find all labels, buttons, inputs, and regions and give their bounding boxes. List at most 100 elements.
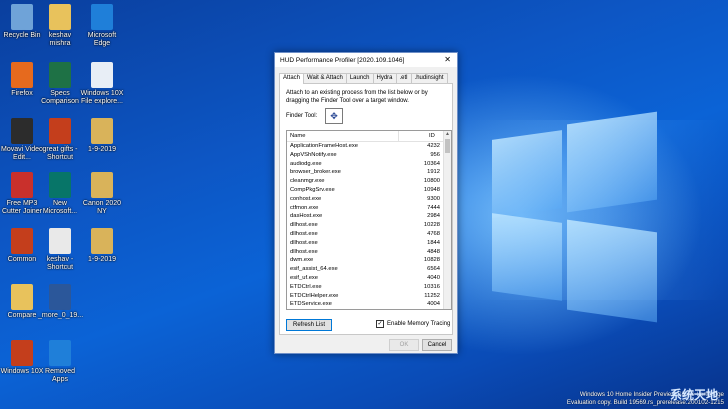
desktop-icon[interactable]: _more_0_19... — [38, 284, 83, 320]
tab-launch[interactable]: Launch — [345, 73, 374, 83]
table-row[interactable]: dwm.exe 10828 — [287, 256, 451, 265]
process-name: conhost.exe — [290, 195, 322, 202]
table-row[interactable]: conhost.exe 9300 — [287, 195, 451, 204]
process-name: dllhost.exe — [290, 248, 318, 255]
windows-logo-pane — [567, 219, 657, 323]
table-row[interactable]: esif_uf.exe 4040 — [287, 274, 451, 283]
folder-zip-icon — [91, 228, 113, 254]
table-row[interactable]: cleanmgr.exe 10800 — [287, 177, 451, 186]
hud-profiler-dialog: HUD Performance Profiler [2020.109.1046]… — [274, 52, 458, 354]
mp3-icon — [11, 172, 33, 198]
desktop-icon[interactable]: Canon 2020 NY — [80, 172, 124, 216]
table-row[interactable]: dasHost.exe 2984 — [287, 212, 451, 221]
desktop-icon[interactable]: Removed Apps — [38, 340, 82, 384]
checkbox-check-icon[interactable]: ✓ — [376, 320, 384, 328]
process-id: 4232 — [427, 143, 440, 149]
table-row[interactable]: ApplicationFrameHost.exe 4232 — [287, 142, 451, 151]
desktop-icon-label: Removed Apps — [45, 368, 75, 383]
powerpoint-icon — [11, 340, 33, 366]
enable-memory-tracing-checkbox[interactable]: ✓ Enable Memory Tracing — [376, 320, 450, 328]
cancel-button[interactable]: Cancel — [422, 339, 452, 351]
table-row[interactable]: audiodg.exe 10364 — [287, 160, 451, 169]
tab-hydra[interactable]: Hydra — [372, 73, 397, 83]
document-icon — [91, 62, 113, 88]
process-id: 6564 — [427, 266, 440, 273]
desktop-icon[interactable]: Windows 10X File explore... — [80, 62, 124, 106]
folder-zip-icon — [91, 118, 113, 144]
desktop-icon[interactable]: keshav mishra — [38, 4, 82, 48]
desktop-icon-label: New Microsoft... — [42, 200, 78, 215]
process-name: cleanmgr.exe — [290, 178, 325, 185]
process-list-header: Name ID — [287, 131, 451, 142]
column-header-id[interactable]: ID — [399, 131, 441, 141]
table-row[interactable]: browser_broker.exe 1912 — [287, 168, 451, 177]
shortcut-icon — [49, 228, 71, 254]
process-id: 10316 — [423, 283, 440, 290]
process-id: 9300 — [427, 195, 440, 202]
dialog-title: HUD Performance Profiler [2020.109.1046] — [280, 56, 405, 64]
close-icon[interactable]: ✕ — [444, 55, 451, 64]
publisher-icon — [49, 172, 71, 198]
desktop-icon[interactable]: New Microsoft... — [38, 172, 82, 216]
process-name: CompPkgSrv.exe — [290, 186, 335, 193]
corner-logo: 系统天地 — [669, 388, 718, 402]
table-row[interactable]: dllhost.exe 4768 — [287, 230, 451, 239]
finder-tool-icon[interactable]: ✥ — [325, 108, 343, 124]
process-id: 4004 — [427, 301, 440, 308]
edge-icon — [49, 340, 71, 366]
process-name: ApplicationFrameHost.exe — [290, 143, 358, 149]
process-name: ETDService.exe — [290, 301, 332, 308]
tab-strip: Attach Wait & Attach Launch Hydra .etl .… — [279, 73, 453, 84]
desktop-icon[interactable]: Microsoft Edge — [80, 4, 124, 48]
desktop-icon[interactable]: 1-9-2019 — [80, 118, 124, 154]
process-id: 4040 — [427, 274, 440, 281]
tab-attach[interactable]: Attach — [279, 73, 305, 84]
tab-wait-attach[interactable]: Wait & Attach — [303, 73, 347, 83]
desktop-icon-label: Canon 2020 NY — [82, 200, 122, 215]
desktop-icon[interactable]: 1-9-2019 — [80, 228, 124, 264]
process-name: AppVShNotify.exe — [290, 151, 337, 158]
windows-logo-pane — [492, 130, 562, 218]
process-name: ctfmon.exe — [290, 204, 319, 211]
process-id: 1912 — [427, 169, 440, 176]
desktop-icon-label: keshav mishra — [48, 32, 72, 47]
windows-logo-pane — [567, 111, 657, 213]
process-id: 4768 — [427, 230, 440, 237]
desktop-icon[interactable]: Specs Comparison — [38, 62, 82, 106]
scroll-up-icon[interactable]: ▲ — [444, 131, 451, 138]
movavi-icon — [11, 118, 33, 144]
table-row[interactable]: dllhost.exe 10228 — [287, 221, 451, 230]
folder-user-icon — [49, 4, 71, 30]
process-id: 2984 — [427, 213, 440, 220]
process-name: esif_uf.exe — [290, 274, 319, 281]
desktop-icon-label: great gifts - Shortcut — [42, 146, 78, 161]
process-list-scrollbar[interactable]: ▲ — [443, 131, 451, 309]
table-row[interactable]: CompPkgSrv.exe 10948 — [287, 186, 451, 195]
scrollbar-thumb[interactable] — [445, 139, 450, 153]
desktop-icon-label: keshav - Shortcut — [46, 256, 74, 271]
ok-button[interactable]: OK — [389, 339, 419, 351]
table-row[interactable]: AppVShNotify.exe 956 — [287, 151, 451, 160]
table-row[interactable]: ctfmon.exe 7444 — [287, 204, 451, 213]
desktop-icon[interactable]: keshav - Shortcut — [38, 228, 82, 272]
tab-hudinsight[interactable]: .hudinsight — [410, 73, 448, 83]
desktop-icon-label: Specs Comparison — [41, 90, 79, 105]
process-id: 10948 — [423, 186, 440, 193]
table-row[interactable]: dllhost.exe 4848 — [287, 248, 451, 257]
table-row[interactable]: ETDCtrlHelper.exe 11252 — [287, 292, 451, 301]
process-name: esif_assist_64.exe — [290, 266, 338, 273]
tab-etl[interactable]: .etl — [395, 73, 412, 83]
table-row[interactable]: ETDService.exe 4004 — [287, 300, 451, 309]
table-row[interactable]: ETDCtrl.exe 10316 — [287, 283, 451, 292]
process-list[interactable]: Name ID ApplicationFrameHost.exe 4232 AppV… — [286, 130, 452, 310]
process-id: 11252 — [424, 292, 440, 299]
attach-tab-panel: Attach to an existing process from the l… — [279, 83, 453, 335]
table-row[interactable]: dllhost.exe 1844 — [287, 239, 451, 248]
process-id: 10800 — [423, 178, 440, 185]
column-header-name[interactable]: Name — [287, 131, 399, 141]
windows-logo-pane — [492, 213, 562, 301]
refresh-list-button[interactable]: Refresh List — [286, 319, 332, 331]
process-name: dllhost.exe — [290, 239, 318, 246]
desktop-icon[interactable]: great gifts - Shortcut — [38, 118, 82, 162]
table-row[interactable]: esif_assist_64.exe 6564 — [287, 265, 451, 274]
